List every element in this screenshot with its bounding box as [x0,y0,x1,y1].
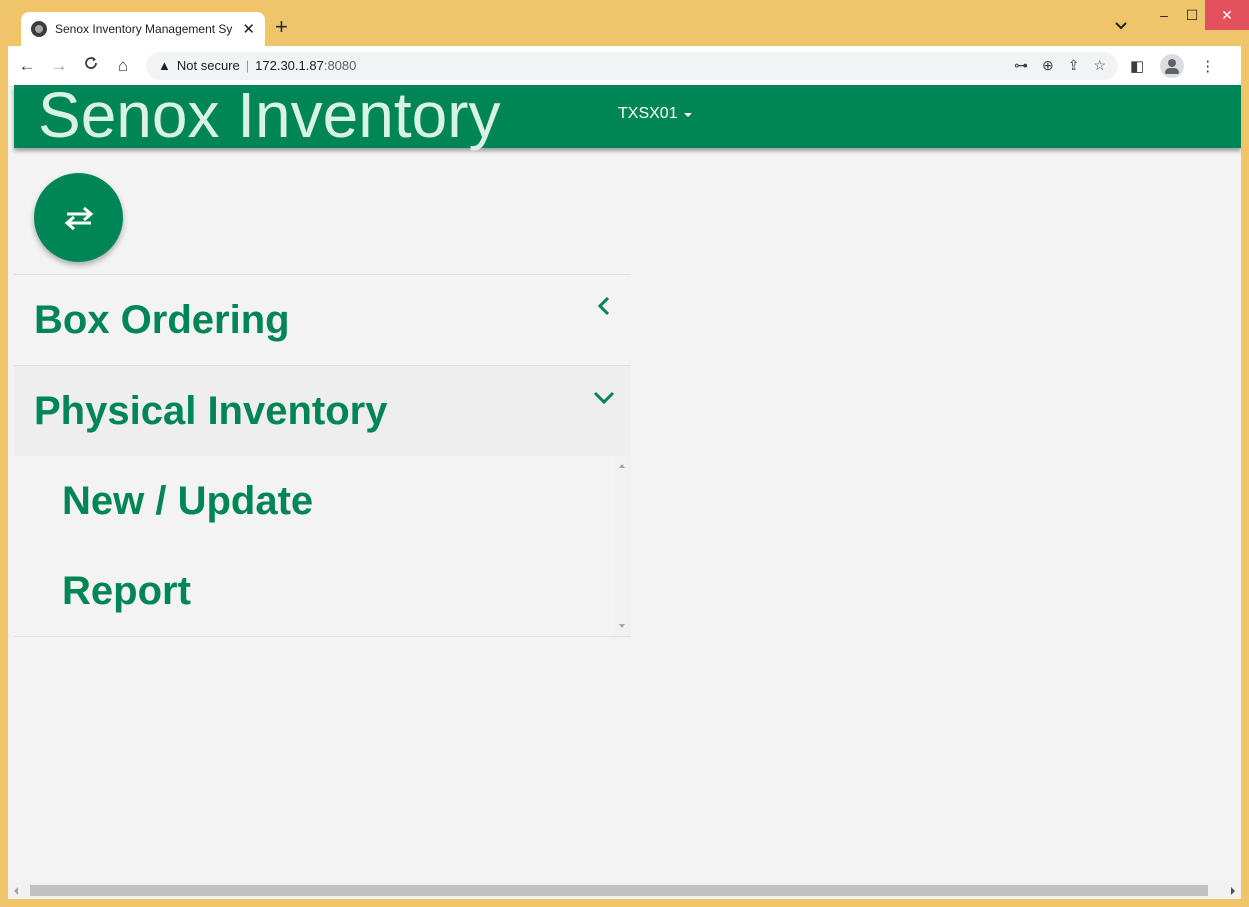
scroll-up-icon[interactable] [619,464,625,468]
submenu-item-label: New / Update [62,478,314,523]
maximize-button[interactable]: ☐ [1177,0,1207,30]
url-separator: | [245,58,250,73]
page-viewport: Senox Inventory TXSX01 Box Ordering Phys… [8,85,1241,899]
swap-button[interactable] [34,173,123,262]
close-window-button[interactable]: ✕ [1205,0,1249,30]
side-panel-icon[interactable]: ◧ [1130,57,1144,75]
toolbar-right: ◧ ⋮ [1130,53,1215,78]
url-host: 172.30.1.87 [255,58,324,73]
caret-down-icon [683,113,692,117]
submenu-item-report[interactable]: Report [14,546,631,636]
submenu-physical-inventory: New / Update Report [14,456,631,637]
share-icon[interactable]: ⇪ [1068,57,1080,74]
swap-arrows-icon [64,206,93,230]
app-title: Senox Inventory [38,85,501,151]
side-menu: Box Ordering Physical Inventory New / Up… [14,274,631,637]
browser-tab[interactable]: Senox Inventory Management Sy ✕ [21,12,265,46]
menu-item-physical-inventory[interactable]: Physical Inventory [14,365,631,456]
chevron-left-icon [597,296,610,316]
scroll-left-icon[interactable] [14,887,18,895]
new-tab-button[interactable]: + [275,14,288,40]
menu-item-label: Box Ordering [34,297,290,342]
key-icon[interactable]: ⊶ [1014,57,1028,74]
reload-button[interactable] [78,55,104,76]
site-selector-label: TXSX01 [618,105,678,122]
menu-item-label: Physical Inventory [34,388,388,433]
zoom-icon[interactable]: ⊕ [1042,57,1054,74]
browser-menu-icon[interactable]: ⋮ [1200,57,1215,75]
browser-toolbar: ← → ⌂ ▲ Not secure | 172.30.1.87:8080 ⊶ … [8,46,1241,85]
horizontal-scrollbar[interactable] [8,882,1241,899]
browser-window: Senox Inventory Management Sy ✕ + – ☐ ✕ … [0,0,1249,907]
security-label: Not secure [176,58,240,73]
submenu-item-new-update[interactable]: New / Update [14,456,631,546]
tab-title: Senox Inventory Management Sy [55,22,233,36]
menu-item-box-ordering[interactable]: Box Ordering [14,274,631,365]
profile-avatar-icon[interactable] [1160,53,1185,78]
site-selector-dropdown[interactable]: TXSX01 [618,105,692,123]
close-tab-icon[interactable]: ✕ [242,20,255,38]
home-button[interactable]: ⌂ [110,56,136,76]
url-port: :8080 [323,58,357,73]
bookmark-star-icon[interactable]: ☆ [1093,57,1106,74]
forward-button[interactable]: → [46,56,72,76]
warning-icon[interactable]: ▲ [158,58,171,73]
chevron-down-icon [593,391,615,405]
scrollbar-thumb[interactable] [30,885,1208,896]
minimize-button[interactable]: – [1149,0,1179,30]
tab-search-icon[interactable] [1115,19,1127,33]
submenu-scrollbar[interactable] [614,456,631,636]
scroll-down-icon[interactable] [619,624,625,628]
scroll-right-icon[interactable] [1231,887,1235,895]
globe-icon [31,21,47,37]
app-header: Senox Inventory TXSX01 [14,85,1241,151]
address-bar[interactable]: ▲ Not secure | 172.30.1.87:8080 ⊶ ⊕ ⇪ ☆ [146,51,1118,80]
reload-icon [85,57,97,69]
omnibox-actions: ⊶ ⊕ ⇪ ☆ [1014,57,1118,74]
submenu-item-label: Report [62,568,191,613]
back-button[interactable]: ← [14,56,40,76]
tab-strip: Senox Inventory Management Sy ✕ + – ☐ ✕ [0,0,1249,46]
